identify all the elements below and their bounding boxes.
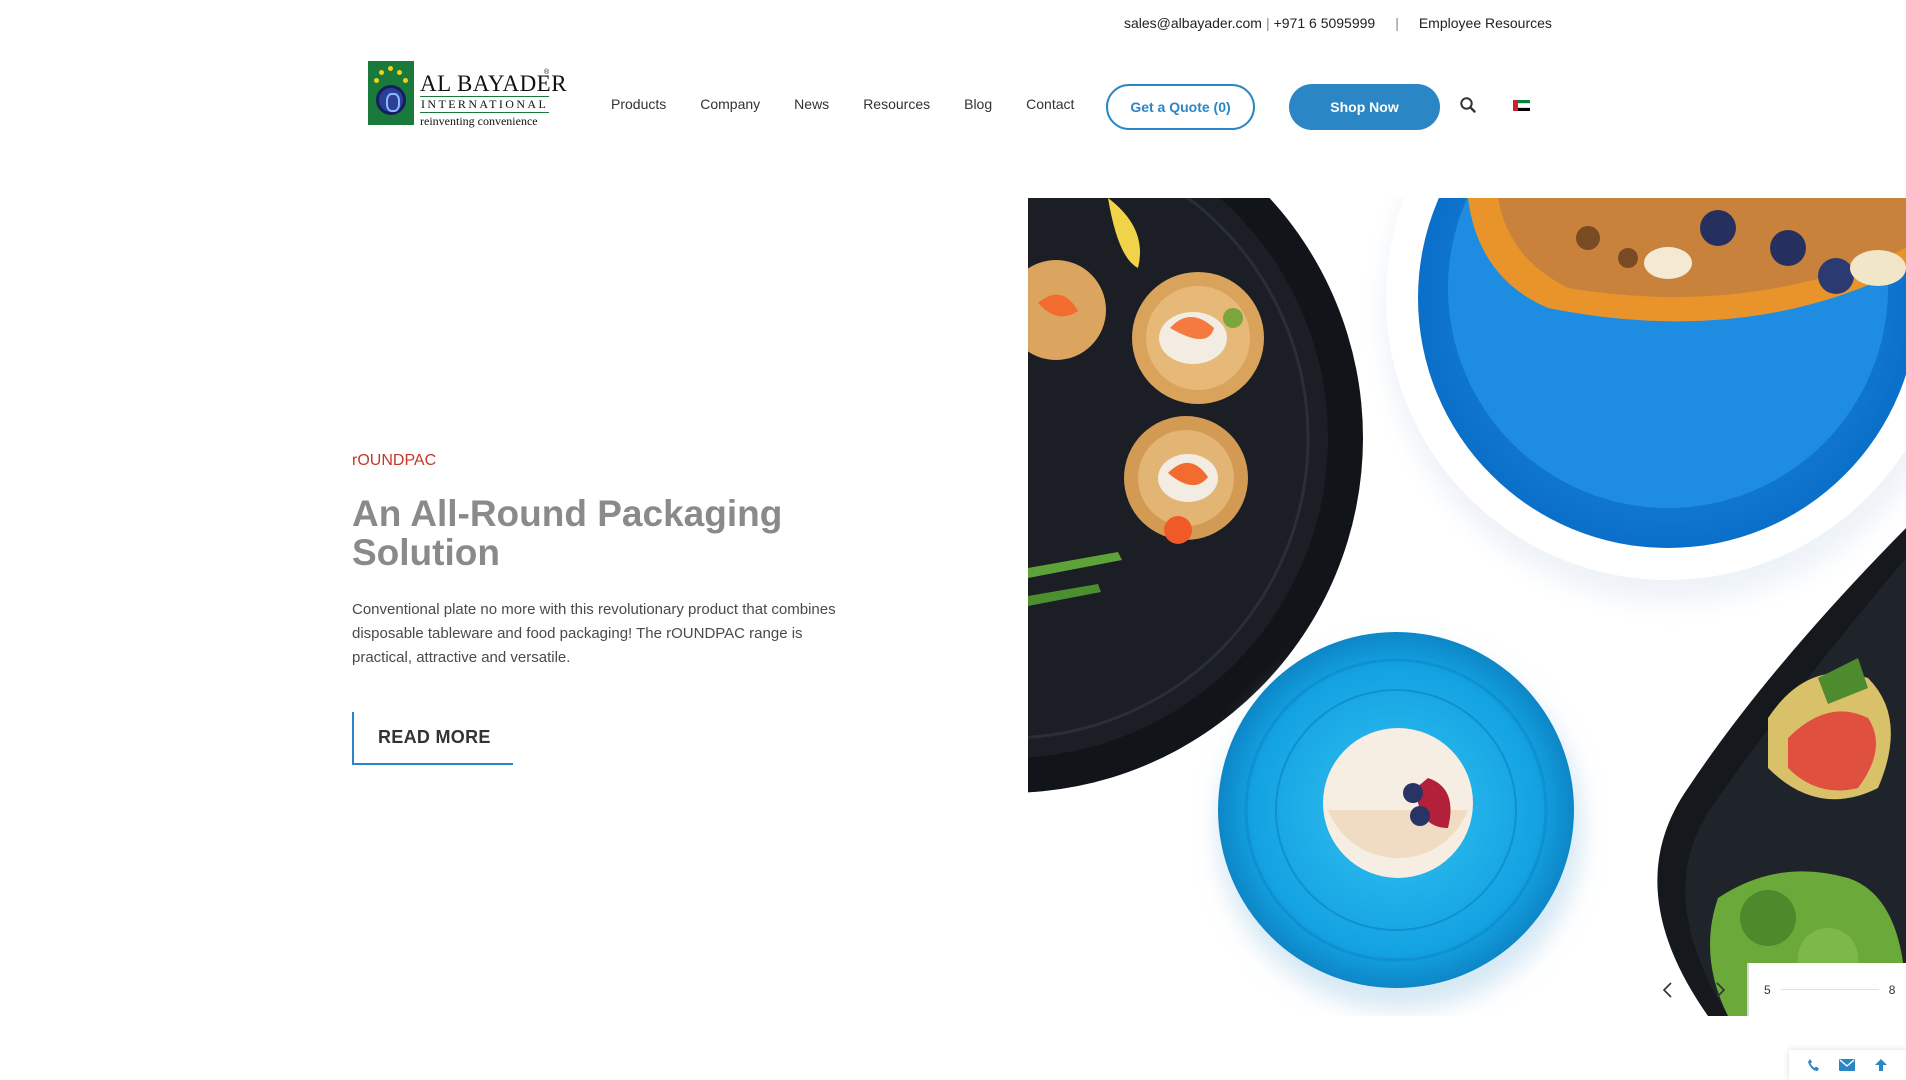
nav-item-resources[interactable]: Resources bbox=[863, 96, 930, 112]
employee-resources-link[interactable]: Employee Resources bbox=[1419, 15, 1552, 31]
logo-emblem bbox=[368, 61, 414, 125]
read-more-button[interactable]: READ MORE bbox=[352, 712, 513, 765]
uae-flag-icon[interactable] bbox=[1513, 100, 1530, 111]
contact-dock bbox=[1789, 1050, 1906, 1080]
chevron-left-icon[interactable] bbox=[1658, 978, 1678, 1002]
top-utility-bar: sales@albayader.com | +971 6 5095999 | E… bbox=[1124, 14, 1552, 32]
main-nav: Products Company News Resources Blog Con… bbox=[611, 96, 1074, 112]
current-slide: 5 bbox=[1764, 982, 1771, 997]
arrow-up-icon[interactable] bbox=[1872, 1056, 1890, 1074]
pager-progress-line bbox=[1780, 989, 1879, 990]
email-link[interactable]: sales@albayader.com bbox=[1124, 15, 1262, 31]
nav-item-blog[interactable]: Blog bbox=[964, 96, 992, 112]
divider: | bbox=[1395, 15, 1399, 31]
hero-title: An All-Round Packaging Solution bbox=[352, 493, 783, 573]
nav-item-company[interactable]: Company bbox=[700, 96, 760, 112]
hero-eyebrow: rOUNDPAC bbox=[352, 452, 437, 469]
phone-icon[interactable] bbox=[1805, 1056, 1823, 1074]
nav-item-news[interactable]: News bbox=[794, 96, 829, 112]
brand-logo[interactable]: AL BAYADER ® INTERNATIONAL reinventing c… bbox=[368, 59, 567, 129]
get-a-quote-button[interactable]: Get a Quote (0) bbox=[1106, 84, 1255, 130]
total-slides: 8 bbox=[1888, 982, 1896, 997]
chevron-right-icon[interactable] bbox=[1710, 978, 1730, 1002]
nav-item-products[interactable]: Products bbox=[611, 96, 666, 112]
separator: | bbox=[1265, 15, 1270, 31]
logo-subtitle: INTERNATIONAL bbox=[420, 96, 550, 113]
phone-link[interactable]: +971 6 5095999 bbox=[1274, 15, 1376, 31]
envelope-icon[interactable] bbox=[1838, 1056, 1856, 1074]
hero-description: Conventional plate no more with this rev… bbox=[352, 601, 836, 666]
nav-item-contact[interactable]: Contact bbox=[1026, 96, 1074, 112]
hero-product-image bbox=[1028, 198, 1906, 1016]
slide-pager: 5 8 bbox=[1747, 963, 1906, 1016]
logo-tagline: reinventing convenience bbox=[420, 114, 538, 128]
logo-reg-mark: ® bbox=[544, 69, 550, 76]
shop-now-button[interactable]: Shop Now bbox=[1289, 84, 1440, 130]
search-icon[interactable] bbox=[1459, 96, 1477, 114]
